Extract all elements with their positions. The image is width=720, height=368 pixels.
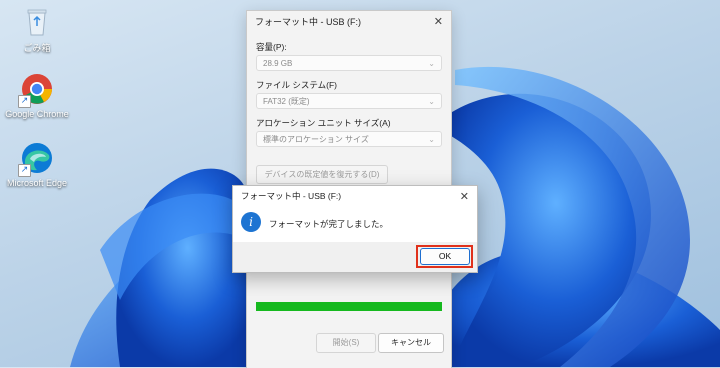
desktop-icon-google-chrome[interactable]: ↗ Google Chrome	[2, 72, 72, 119]
dialog-message: フォーマットが完了しました。	[269, 219, 389, 229]
format-progress-fill	[256, 302, 442, 311]
chevron-down-icon: ⌄	[428, 59, 435, 68]
format-window-title: フォーマット中 - USB (F:)	[255, 16, 361, 27]
close-icon[interactable]: ✕	[434, 15, 443, 28]
filesystem-value: FAT32 (既定)	[263, 97, 310, 106]
restore-defaults-button[interactable]: デバイスの既定値を復元する(D)	[256, 165, 388, 184]
desktop-icon-microsoft-edge[interactable]: ↗ Microsoft Edge	[2, 141, 72, 188]
info-icon: i	[241, 212, 261, 232]
shortcut-arrow-icon: ↗	[18, 95, 31, 108]
recycle-bin-icon	[20, 4, 54, 38]
capacity-label: 容量(P):	[256, 42, 287, 52]
dialog-body: i フォーマットが完了しました。	[233, 206, 477, 242]
dialog-titlebar: フォーマット中 - USB (F:) ✕	[233, 186, 477, 206]
chevron-down-icon: ⌄	[428, 135, 435, 144]
close-icon[interactable]: ✕	[460, 190, 469, 203]
desktop-icon-label: ごみ箱	[23, 43, 51, 53]
desktop-icon-recycle-bin[interactable]: ごみ箱	[2, 4, 72, 54]
filesystem-label: ファイル システム(F)	[256, 80, 337, 90]
chrome-icon: ↗	[18, 72, 54, 108]
desktop-icon-label: Microsoft Edge	[6, 178, 68, 188]
capacity-value: 28.9 GB	[263, 59, 293, 68]
ok-button[interactable]: OK	[420, 248, 470, 265]
format-progress-bar	[256, 302, 442, 311]
dialog-title: フォーマット中 - USB (F:)	[241, 191, 342, 201]
desktop-icon-label: Google Chrome	[5, 109, 69, 119]
edge-icon: ↗	[18, 141, 54, 177]
filesystem-select[interactable]: FAT32 (既定) ⌄	[256, 93, 442, 109]
allocation-label: アロケーション ユニット サイズ(A)	[256, 118, 391, 128]
cancel-button[interactable]: キャンセル	[378, 333, 444, 353]
start-button[interactable]: 開始(S)	[316, 333, 376, 353]
allocation-value: 標準のアロケーション サイズ	[263, 135, 369, 144]
shortcut-arrow-icon: ↗	[18, 164, 31, 177]
format-window-titlebar: フォーマット中 - USB (F:) ✕	[247, 11, 451, 31]
allocation-select[interactable]: 標準のアロケーション サイズ ⌄	[256, 131, 442, 147]
chevron-down-icon: ⌄	[428, 97, 435, 106]
capacity-select[interactable]: 28.9 GB ⌄	[256, 55, 442, 71]
